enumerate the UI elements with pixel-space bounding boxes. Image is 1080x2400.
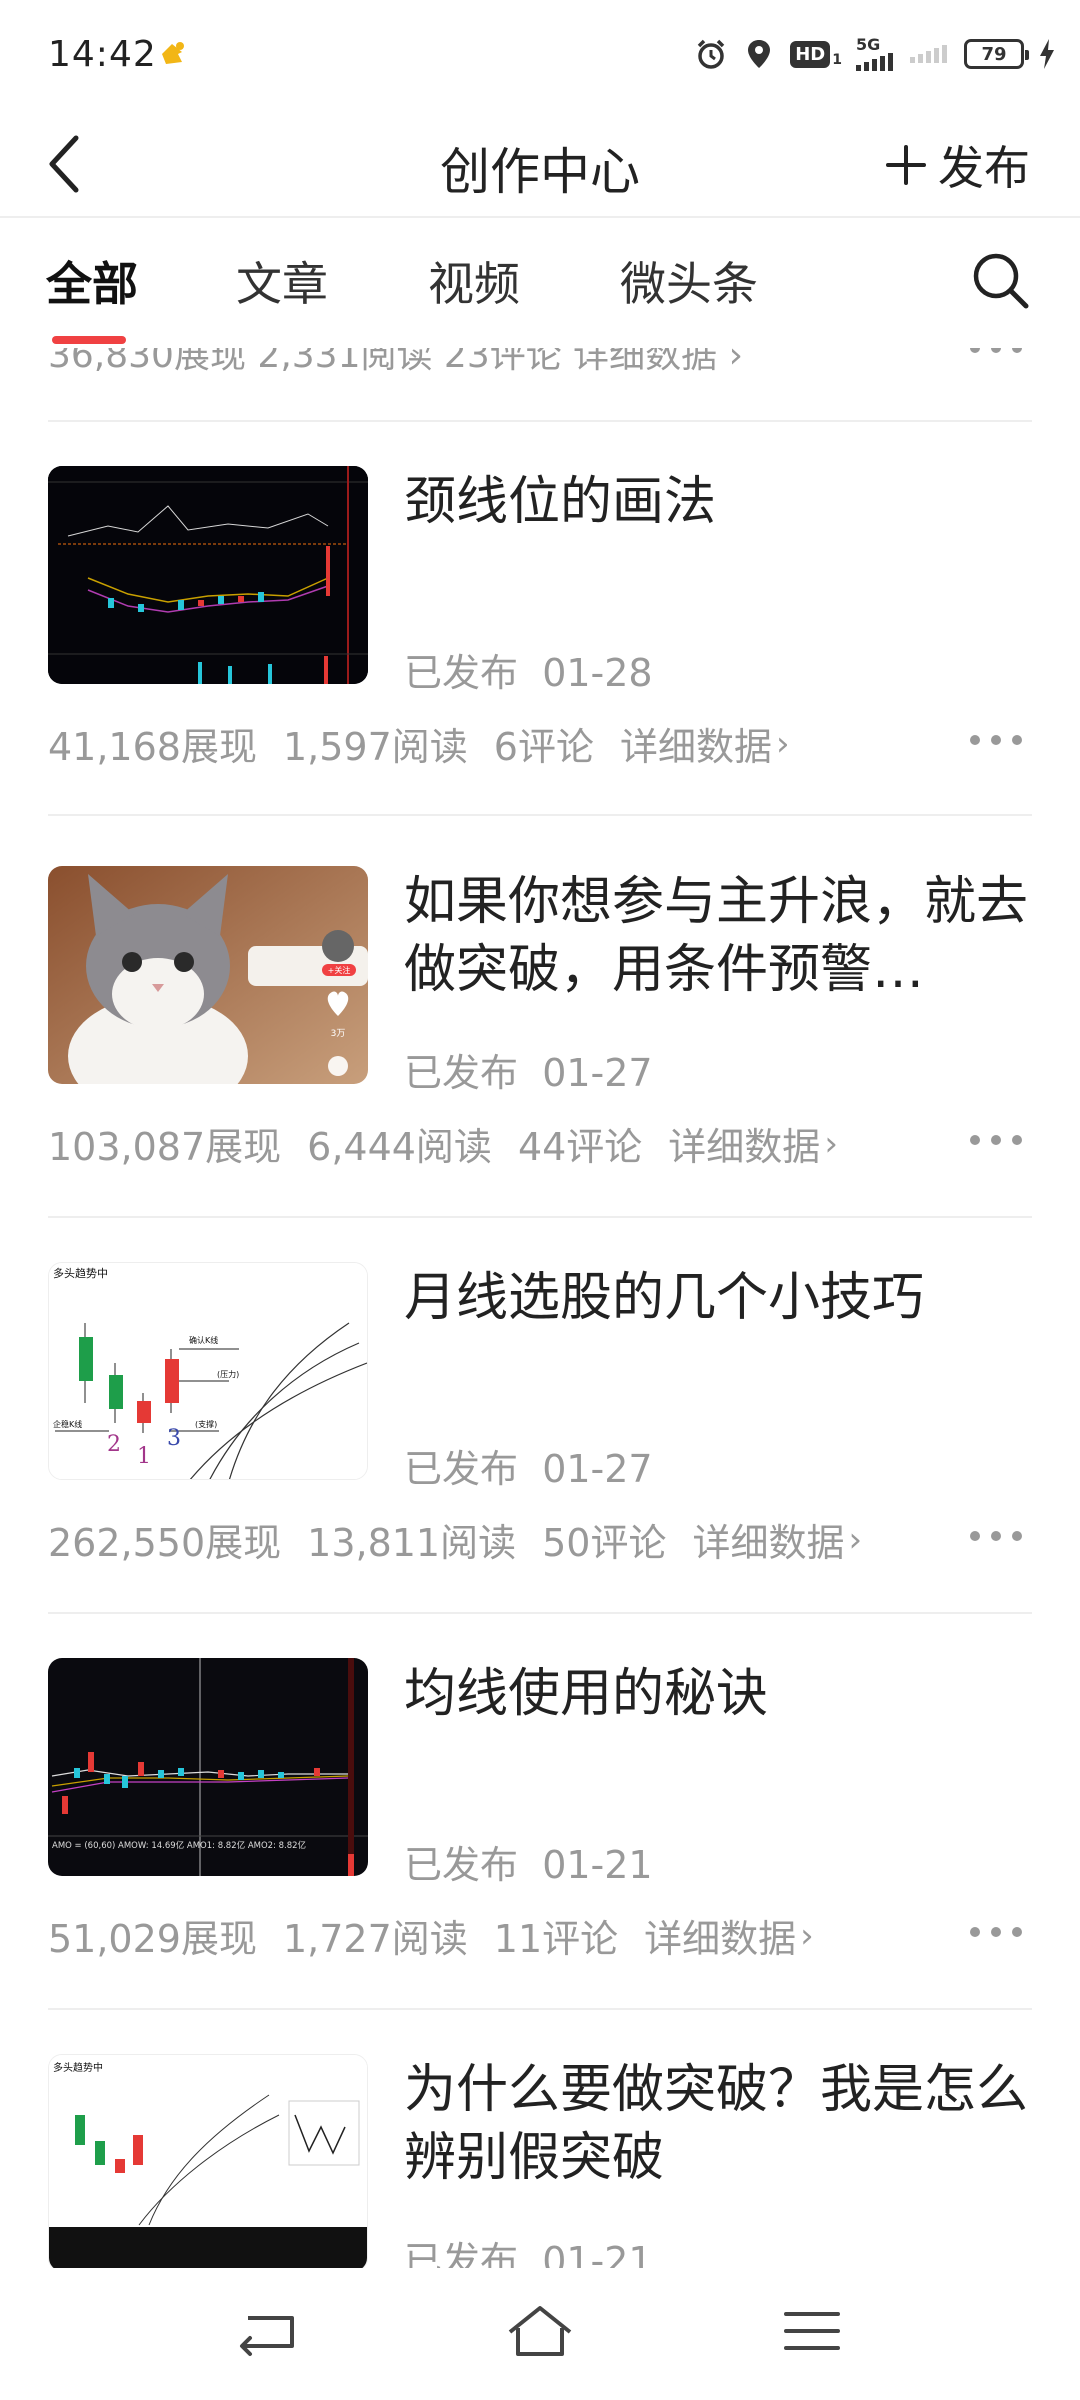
- more-options-icon[interactable]: [970, 348, 1022, 358]
- status-time: 14:42: [48, 34, 157, 75]
- row-divider: [48, 1612, 1032, 1614]
- comments: 44评论: [517, 1125, 643, 1169]
- content-list: 36,830展现 2,331阅读 23评论 详细数据 › 颈线位的画法 已发布 …: [0, 348, 1080, 2268]
- more-options-icon[interactable]: [970, 1130, 1022, 1150]
- battery-indicator: 79: [964, 39, 1029, 69]
- tab-bar: 全部 文章 视频 微头条: [0, 218, 1080, 348]
- back-nav-icon[interactable]: [228, 2296, 308, 2366]
- row-divider: [48, 2008, 1032, 2010]
- publish-status: 已发布 01-27: [404, 1447, 653, 1491]
- article-title[interactable]: 为什么要做突破？我是怎么辨别假突破: [404, 2056, 1034, 2192]
- detail-data-link[interactable]: 详细数据 ›: [644, 1908, 814, 1963]
- signal-weak-icon: [910, 45, 947, 63]
- video-thumbnail: +关注 3万: [48, 866, 368, 1084]
- home-nav-icon[interactable]: [500, 2296, 580, 2366]
- more-options-icon[interactable]: [970, 730, 1022, 750]
- signal-5g-icon: 5G: [856, 37, 896, 71]
- search-icon[interactable]: [968, 248, 1032, 312]
- list-item[interactable]: 多头趋势中 为什么要做突破？我是怎么辨别假突破 已发布 01-21: [0, 2054, 1080, 2268]
- partial-item-stats: 36,830展现 2,331阅读 23评论 详细数据 ›: [48, 348, 744, 376]
- thumb-number: 1: [137, 1444, 151, 1469]
- plus-icon: [886, 145, 926, 185]
- item-stats: 41,168展现 1,597阅读 6评论 详细数据 ›: [48, 716, 790, 771]
- tab-micro-posts[interactable]: 微头条: [620, 248, 758, 314]
- publish-label: 发布: [938, 141, 1030, 195]
- reads: 13,811阅读: [307, 1521, 517, 1565]
- reads: 1,597阅读: [282, 725, 468, 769]
- article-title[interactable]: 均线使用的秘诀: [404, 1660, 1034, 1728]
- thumb-label-confirm: 确认K线: [189, 1335, 218, 1345]
- candlestick-diagram-thumbnail: 多头趋势中 确认K线 (压力) 企稳K线 (支撑) 2 1 3: [49, 1263, 367, 1479]
- detail-data-link[interactable]: 详细数据 ›: [668, 1116, 838, 1171]
- charging-icon: [1040, 39, 1054, 69]
- comments: 50评论: [542, 1521, 667, 1565]
- thumb-label-stabilize: 企稳K线: [53, 1419, 82, 1429]
- list-item[interactable]: 颈线位的画法 已发布 01-28 41,168展现 1,597阅读 6评论 详细…: [0, 466, 1080, 796]
- comments: 6评论: [493, 725, 594, 769]
- menu-nav-icon[interactable]: [772, 2296, 852, 2366]
- thumb-label-pressure: (压力): [217, 1369, 239, 1379]
- location-icon: [748, 40, 771, 68]
- detail-data-link[interactable]: 详细数据 ›: [692, 1512, 862, 1567]
- article-title[interactable]: 月线选股的几个小技巧: [404, 1264, 1034, 1332]
- article-thumbnail: AMO = (60,60) AMOW: 14.69亿 AMO1: 8.82亿 A…: [48, 1658, 368, 1876]
- status-bar: 14:42 HD 1 5G 79: [0, 0, 1080, 112]
- impressions: 262,550展现: [48, 1521, 282, 1565]
- article-thumbnail: [48, 466, 368, 684]
- thumb-amo-readout: AMO = (60,60) AMOW: 14.69亿 AMO1: 8.82亿 A…: [52, 1840, 306, 1851]
- thumb-heading: 多头趋势中: [53, 2061, 103, 2074]
- chevron-right-icon: ›: [824, 1123, 838, 1164]
- system-navigation-bar: [0, 2268, 1080, 2400]
- reads: 1,727阅读: [282, 1917, 468, 1961]
- more-options-icon[interactable]: [970, 1526, 1022, 1546]
- detail-data-link[interactable]: 详细数据 ›: [620, 716, 790, 771]
- thumb-heading: 多头趋势中: [53, 1266, 108, 1280]
- item-stats: 51,029展现 1,727阅读 11评论 详细数据 ›: [48, 1908, 814, 1963]
- notification-app-icon: [162, 42, 184, 64]
- item-stats: 262,550展现 13,811阅读 50评论 详细数据 ›: [48, 1512, 862, 1567]
- signal-bars-icon: [856, 53, 893, 71]
- publish-status: 已发布 01-21: [404, 1843, 653, 1887]
- impressions: 51,029展现: [48, 1917, 257, 1961]
- chevron-right-icon: ›: [800, 1915, 814, 1956]
- comments: 11评论: [493, 1917, 619, 1961]
- article-title[interactable]: 如果你想参与主升浪，就去做突破，用条件预警…: [404, 868, 1034, 1004]
- breakout-diagram-thumbnail: 多头趋势中: [49, 2055, 367, 2268]
- cat-photo-thumbnail: +关注 3万: [48, 866, 368, 1084]
- impressions: 41,168展现: [48, 725, 257, 769]
- list-item[interactable]: 多头趋势中 确认K线 (压力) 企稳K线 (支撑) 2 1 3 月线选股的几个小…: [0, 1262, 1080, 1592]
- app-header: 创作中心 发布: [0, 112, 1080, 216]
- article-thumbnail: 多头趋势中: [48, 2054, 368, 2268]
- publish-status: 已发布 01-21: [404, 2239, 653, 2268]
- thumb-likes-label: 3万: [331, 1029, 346, 1039]
- tab-articles[interactable]: 文章: [236, 248, 328, 314]
- list-item[interactable]: AMO = (60,60) AMOW: 14.69亿 AMO1: 8.82亿 A…: [0, 1658, 1080, 1988]
- row-divider: [48, 1216, 1032, 1218]
- impressions: 103,087展现: [48, 1125, 282, 1169]
- thumb-label-support: (支撑): [195, 1419, 217, 1429]
- hd-badge: HD 1: [790, 40, 842, 68]
- reads: 6,444阅读: [307, 1125, 492, 1169]
- chevron-right-icon: ›: [848, 1519, 863, 1560]
- thumb-number: 2: [107, 1432, 121, 1457]
- thumb-follow-label: +关注: [328, 965, 351, 975]
- publish-status: 已发布 01-27: [404, 1051, 653, 1095]
- row-divider: [48, 420, 1032, 422]
- chevron-right-icon: ›: [775, 723, 790, 764]
- stock-chart-thumbnail: [48, 466, 368, 684]
- thumb-number: 3: [167, 1426, 181, 1451]
- item-stats: 103,087展现 6,444阅读 44评论 详细数据 ›: [48, 1116, 838, 1171]
- moving-average-chart-thumbnail: AMO = (60,60) AMOW: 14.69亿 AMO1: 8.82亿 A…: [48, 1658, 368, 1876]
- row-divider: [48, 814, 1032, 816]
- active-tab-indicator: [52, 336, 126, 344]
- tab-videos[interactable]: 视频: [428, 248, 520, 314]
- article-title[interactable]: 颈线位的画法: [404, 468, 1034, 536]
- alarm-icon: [697, 39, 725, 69]
- article-thumbnail: 多头趋势中 确认K线 (压力) 企稳K线 (支撑) 2 1 3: [48, 1262, 368, 1480]
- tab-all[interactable]: 全部: [46, 248, 138, 314]
- publish-status: 已发布 01-28: [404, 651, 653, 695]
- publish-button[interactable]: 发布: [884, 132, 1030, 198]
- more-options-icon[interactable]: [970, 1922, 1022, 1942]
- list-item[interactable]: +关注 3万 如果你想参与主升浪，就去做突破，用条件预警… 已发布 01-27 …: [0, 866, 1080, 1196]
